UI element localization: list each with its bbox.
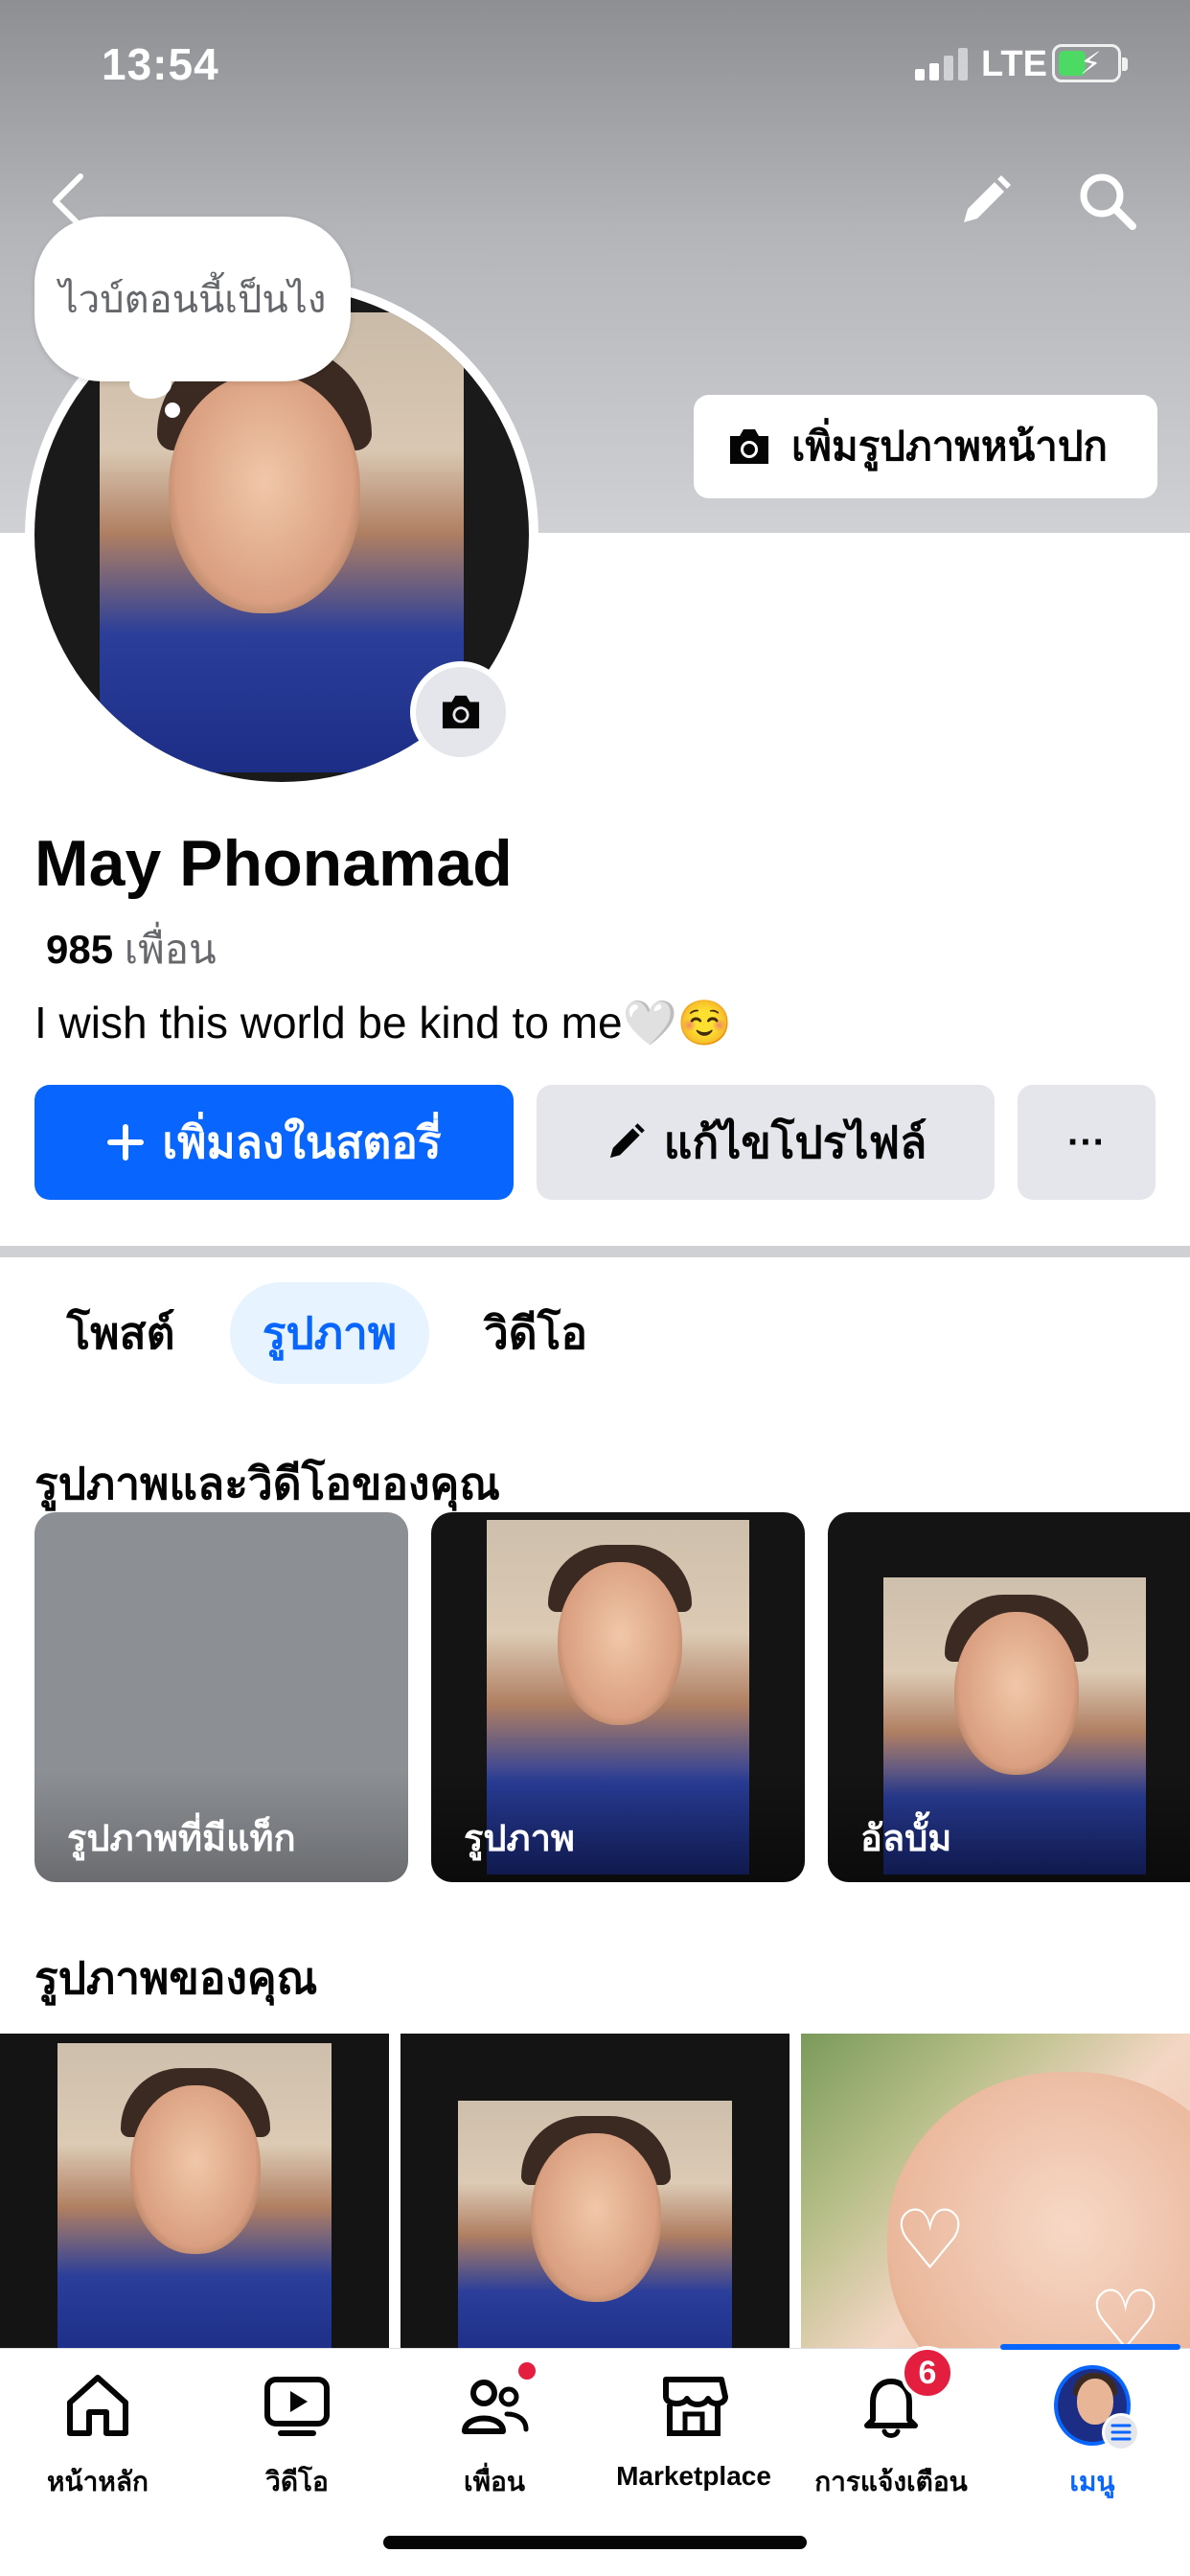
more-options-label: ··· <box>1067 1120 1106 1163</box>
add-cover-photo-label: เพิ่มรูปภาพหน้าปก <box>791 424 1108 469</box>
album-card-label: รูปภาพ <box>464 1819 575 1859</box>
tab-videos-label: วิดีโอ <box>483 1307 588 1358</box>
section-divider <box>0 1246 1190 1257</box>
friends-count[interactable]: 985 เพื่อน <box>46 918 217 981</box>
album-card-photos[interactable]: รูปภาพ <box>431 1512 805 1882</box>
album-card-tagged[interactable]: รูปภาพที่มีแท็ก <box>34 1512 408 1882</box>
album-card-label: อัลบั้ม <box>860 1819 952 1859</box>
nav-notifications-label: การแจ้งเตือน <box>814 2467 968 2496</box>
edit-profile-label: แก้ไขโปรไฟล์ <box>663 1116 927 1167</box>
add-cover-photo-button[interactable]: เพิ่มรูปภาพหน้าปก <box>694 395 1157 498</box>
nav-marketplace-label: Marketplace <box>616 2461 771 2491</box>
edit-profile-button[interactable]: แก้ไขโปรไฟล์ <box>537 1085 995 1200</box>
nav-video-label: วิดีโอ <box>265 2467 329 2496</box>
nav-marketplace[interactable]: Marketplace <box>598 2367 790 2511</box>
nav-home-label: หน้าหลัก <box>47 2467 149 2496</box>
nav-friends-label: เพื่อน <box>464 2467 525 2496</box>
nav-friends[interactable]: เพื่อน <box>399 2359 590 2511</box>
tab-photos-label: รูปภาพ <box>262 1307 398 1358</box>
signal-icon <box>915 48 969 80</box>
photo-thumbnail[interactable]: ♡ ♡ <box>801 2034 1190 2350</box>
thought-bubble[interactable]: ไวบ์ตอนนี้เป็นไง <box>34 217 351 381</box>
search-button[interactable] <box>1069 163 1146 240</box>
friends-number: 985 <box>46 927 114 972</box>
nav-home[interactable]: หน้าหลัก <box>2 2367 194 2511</box>
photo-thumbnail[interactable] <box>400 2034 790 2350</box>
battery-icon: ⚡ <box>1052 44 1128 82</box>
nav-notifications[interactable]: 6 การแจ้งเตือน <box>795 2346 987 2511</box>
home-indicator <box>383 2536 807 2549</box>
network-type: LTE <box>981 44 1047 84</box>
nav-menu[interactable]: เมนู <box>996 2365 1188 2511</box>
camera-icon <box>730 429 768 464</box>
heart-sticker-icon: ♡ <box>893 2195 968 2287</box>
selected-tab-indicator <box>1000 2344 1180 2350</box>
pencil-icon <box>609 1123 645 1159</box>
tab-videos[interactable]: วิดีโอ <box>464 1282 607 1384</box>
add-to-story-label: เพิ่มลงในสตอรี่ <box>162 1116 442 1167</box>
plus-icon <box>107 1124 145 1161</box>
add-to-story-button[interactable]: เพิ่มลงในสตอรี่ <box>34 1085 514 1200</box>
video-icon <box>264 2377 330 2436</box>
status-bar: 13:54 LTE ⚡ <box>0 0 1190 134</box>
photos-and-videos-title: รูปภาพและวิดีโอของคุณ <box>34 1459 500 1508</box>
tab-posts-label: โพสต์ <box>66 1307 175 1358</box>
home-icon <box>67 2375 128 2436</box>
status-time: 13:54 <box>102 39 219 89</box>
marketplace-icon <box>663 2377 728 2436</box>
hamburger-icon <box>1102 2413 1140 2451</box>
notification-count-badge: 6 <box>901 2346 954 2400</box>
friends-label: เพื่อน <box>124 927 217 972</box>
your-photos-title: รูปภาพของคุณ <box>34 1953 318 2003</box>
profile-bio: I wish this world be kind to me🤍☺️ <box>34 998 733 1047</box>
thought-bubble-tail <box>129 370 172 399</box>
change-profile-picture-button[interactable] <box>410 661 512 763</box>
camera-icon <box>442 695 480 729</box>
thought-bubble-text: ไวบ์ตอนนี้เป็นไง <box>58 279 327 321</box>
photo-thumbnail[interactable] <box>0 2034 389 2350</box>
friends-icon <box>462 2380 529 2434</box>
friends-notification-dot <box>515 2359 538 2382</box>
album-card-label: รูปภาพที่มีแท็ก <box>67 1819 296 1859</box>
search-icon <box>1080 173 1136 230</box>
more-options-button[interactable]: ··· <box>1018 1085 1156 1200</box>
tab-photos[interactable]: รูปภาพ <box>230 1282 429 1384</box>
nav-video[interactable]: วิดีโอ <box>201 2367 393 2511</box>
profile-name: May Phonamad <box>34 827 513 900</box>
tab-posts[interactable]: โพสต์ <box>44 1282 197 1384</box>
edit-cover-button[interactable] <box>947 163 1023 240</box>
album-card-albums[interactable]: อัลบั้ม <box>828 1512 1190 1882</box>
nav-menu-label: เมนู <box>1069 2467 1115 2496</box>
pencil-icon <box>964 175 1011 222</box>
thought-bubble-tail-dot <box>165 402 180 418</box>
heart-sticker-icon: ♡ <box>1088 2275 1163 2350</box>
